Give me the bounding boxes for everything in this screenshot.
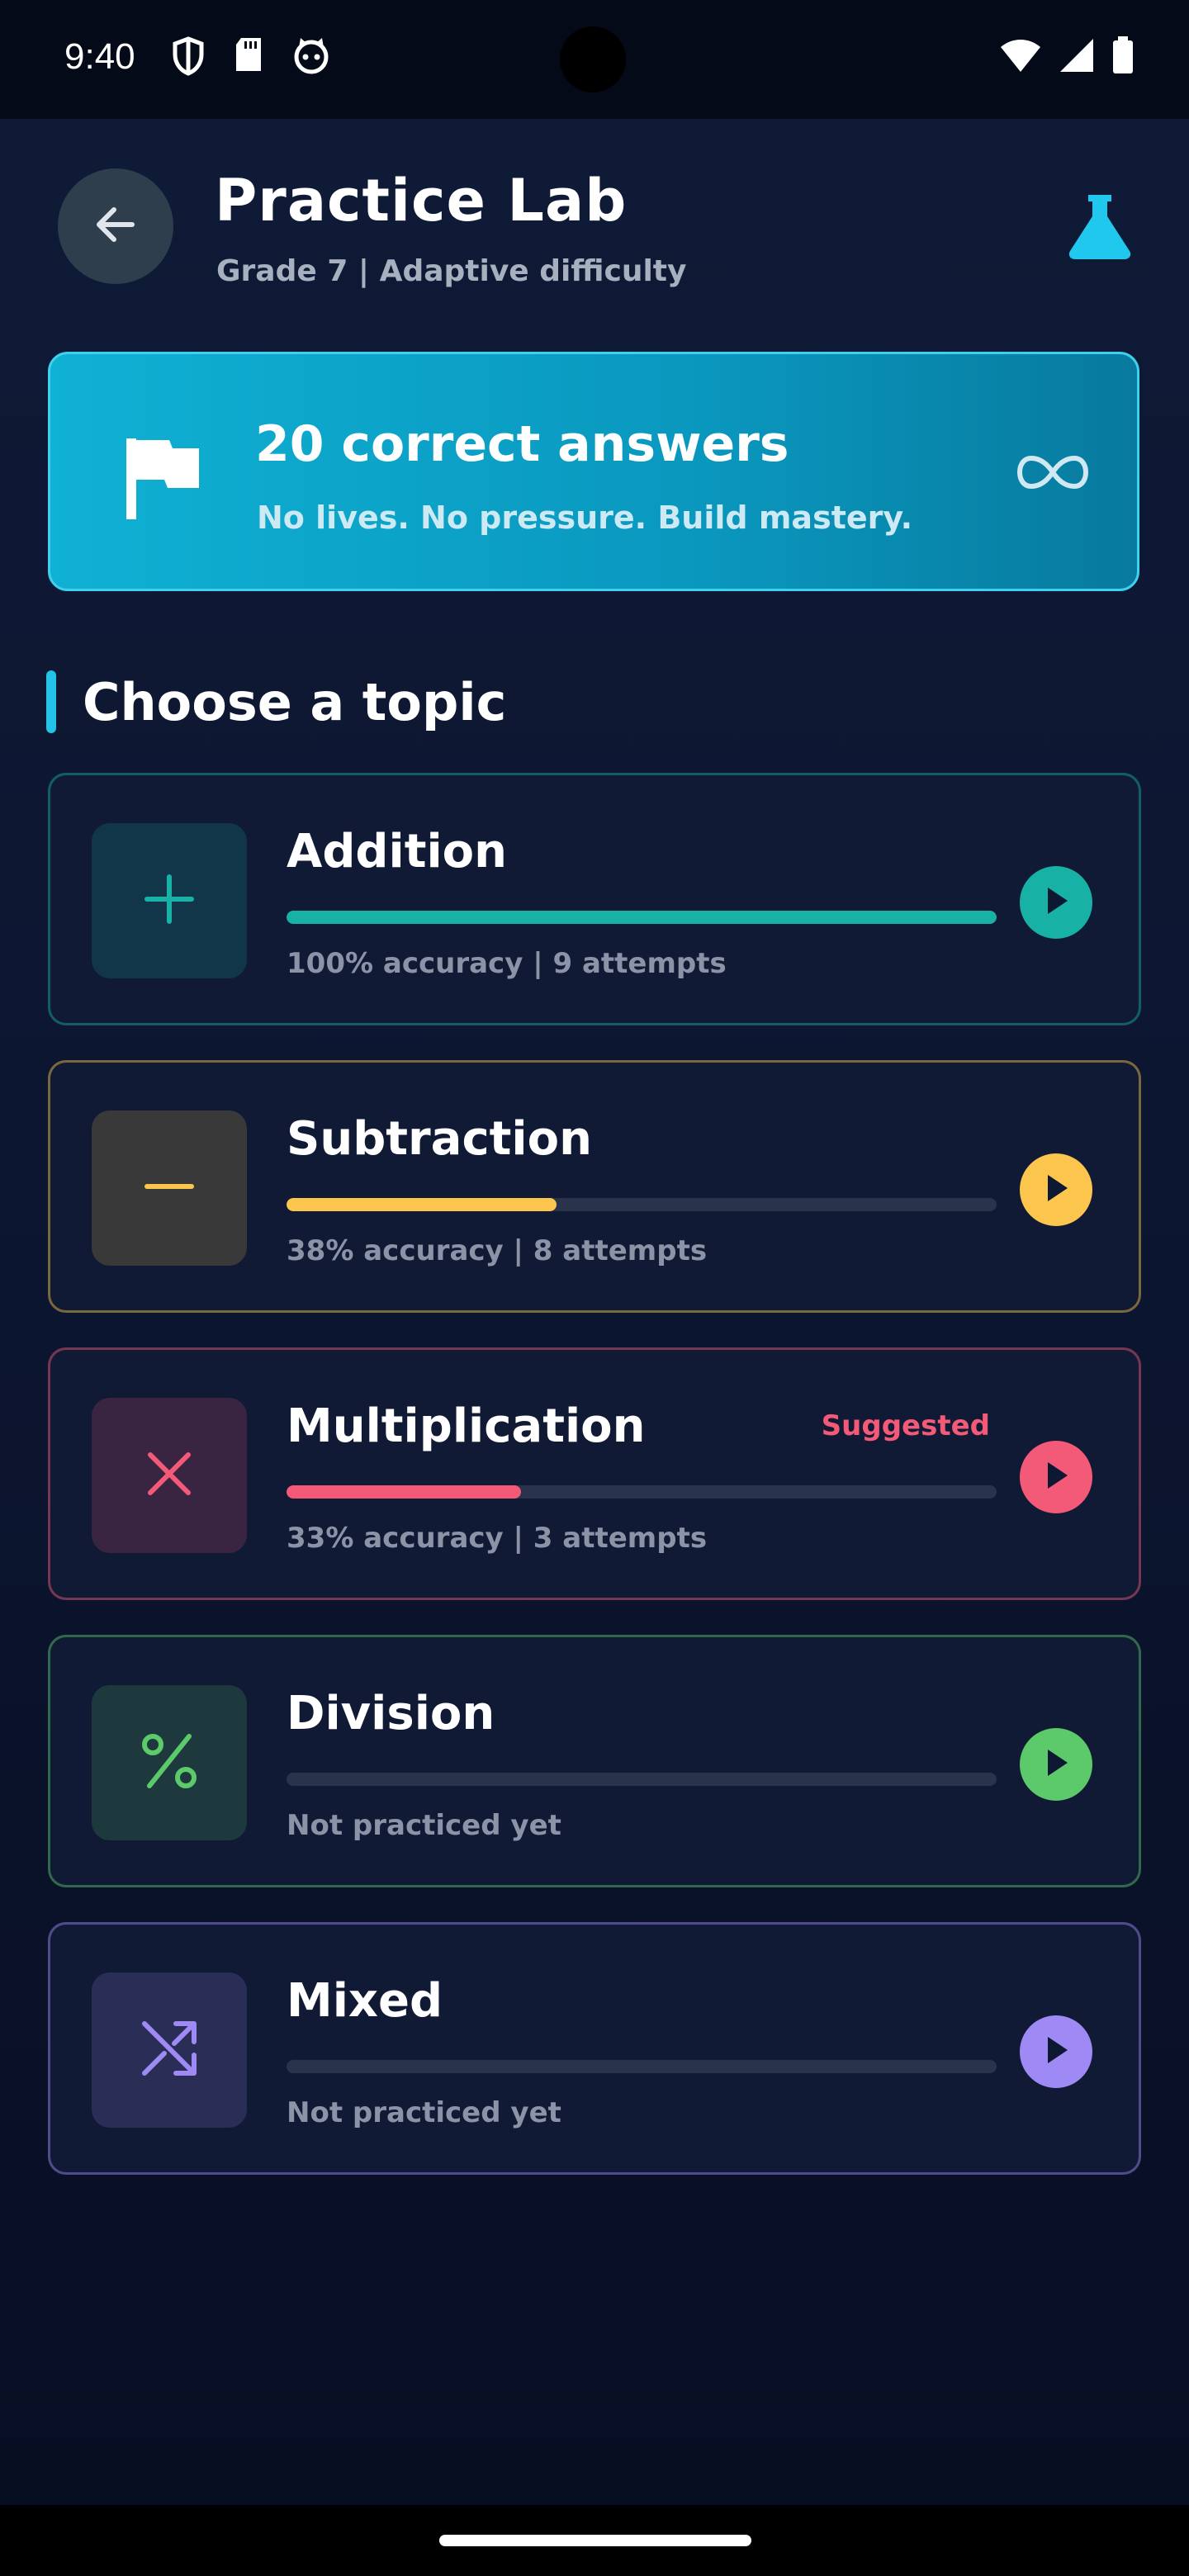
section-accent-bar (46, 670, 56, 733)
play-button[interactable] (1020, 1153, 1092, 1226)
camera-cutout (560, 26, 626, 92)
accuracy-progress-bar (287, 1485, 997, 1499)
flag-icon (121, 435, 204, 524)
play-icon (1040, 1172, 1073, 1208)
shield-icon (172, 36, 205, 79)
suggested-badge: Suggested (821, 1409, 990, 1442)
play-button[interactable] (1020, 1441, 1092, 1513)
topic-name: Multiplication (287, 1399, 646, 1453)
play-icon (1040, 1459, 1073, 1495)
back-button[interactable] (58, 168, 173, 284)
topic-name: Mixed (287, 1974, 443, 2028)
status-icons-left (172, 36, 330, 79)
practice-lab-screen: Practice Lab Grade 7 | Adaptive difficul… (0, 119, 1189, 2505)
signal-icon (1059, 37, 1095, 77)
topic-name: Subtraction (287, 1112, 592, 1166)
topic-card-subtraction[interactable]: Subtraction 38% accuracy | 8 attempts (48, 1060, 1141, 1313)
topic-stats: 33% accuracy | 3 attempts (287, 1522, 708, 1555)
wifi-icon (999, 37, 1042, 77)
topic-name: Addition (287, 825, 508, 878)
status-time: 9:40 (64, 36, 135, 77)
play-icon (1040, 884, 1073, 921)
plus-icon (140, 870, 198, 931)
play-icon (1040, 2034, 1073, 2070)
topic-card-division[interactable]: Division Not practiced yet (48, 1635, 1141, 1887)
accuracy-progress-bar (287, 2060, 997, 2073)
goal-subtitle: No lives. No pressure. Build mastery. (257, 500, 913, 536)
topic-stats: Not practiced yet (287, 1809, 561, 1842)
play-button[interactable] (1020, 866, 1092, 939)
progress-fill (287, 1198, 557, 1211)
goal-banner: 20 correct answers No lives. No pressure… (48, 352, 1139, 591)
home-gesture-handle[interactable] (439, 2535, 751, 2546)
minus-icon (140, 1158, 198, 1219)
play-button[interactable] (1020, 2015, 1092, 2088)
topic-icon-tile (92, 823, 247, 978)
topic-icon-tile (92, 1685, 247, 1840)
infinity-icon (1016, 452, 1089, 496)
accuracy-progress-bar (287, 1773, 997, 1786)
topic-card-multiplication[interactable]: Multiplication Suggested 33% accuracy | … (48, 1347, 1141, 1600)
arrow-left-icon (91, 200, 140, 253)
accuracy-progress-bar (287, 1198, 997, 1211)
topic-stats: Not practiced yet (287, 2096, 561, 2129)
status-bar: 9:40 (0, 0, 1189, 119)
percent-icon (136, 1728, 202, 1797)
play-button[interactable] (1020, 1728, 1092, 1801)
status-icons-right (999, 36, 1135, 78)
page-subtitle: Grade 7 | Adaptive difficulty (216, 254, 687, 288)
cat-face-icon (292, 36, 330, 79)
progress-fill (287, 1485, 521, 1499)
shuffle-icon (136, 2015, 202, 2085)
section-title: Choose a topic (83, 672, 507, 732)
goal-title: 20 correct answers (255, 415, 789, 473)
sd-card-icon (233, 36, 264, 79)
system-nav-bar (0, 2505, 1189, 2576)
battery-icon (1111, 36, 1135, 78)
topic-card-mixed[interactable]: Mixed Not practiced yet (48, 1922, 1141, 2175)
topic-stats: 100% accuracy | 9 attempts (287, 947, 727, 980)
topic-icon-tile (92, 1972, 247, 2128)
progress-fill (287, 911, 997, 924)
topic-icon-tile (92, 1398, 247, 1553)
topic-stats: 38% accuracy | 8 attempts (287, 1234, 708, 1267)
topic-icon-tile (92, 1110, 247, 1266)
play-icon (1040, 1746, 1073, 1783)
times-icon (140, 1445, 198, 1506)
topic-card-addition[interactable]: Addition 100% accuracy | 9 attempts (48, 773, 1141, 1025)
page-title: Practice Lab (215, 167, 628, 234)
flask-icon[interactable] (1065, 192, 1135, 264)
accuracy-progress-bar (287, 911, 997, 924)
topic-name: Division (287, 1687, 495, 1740)
